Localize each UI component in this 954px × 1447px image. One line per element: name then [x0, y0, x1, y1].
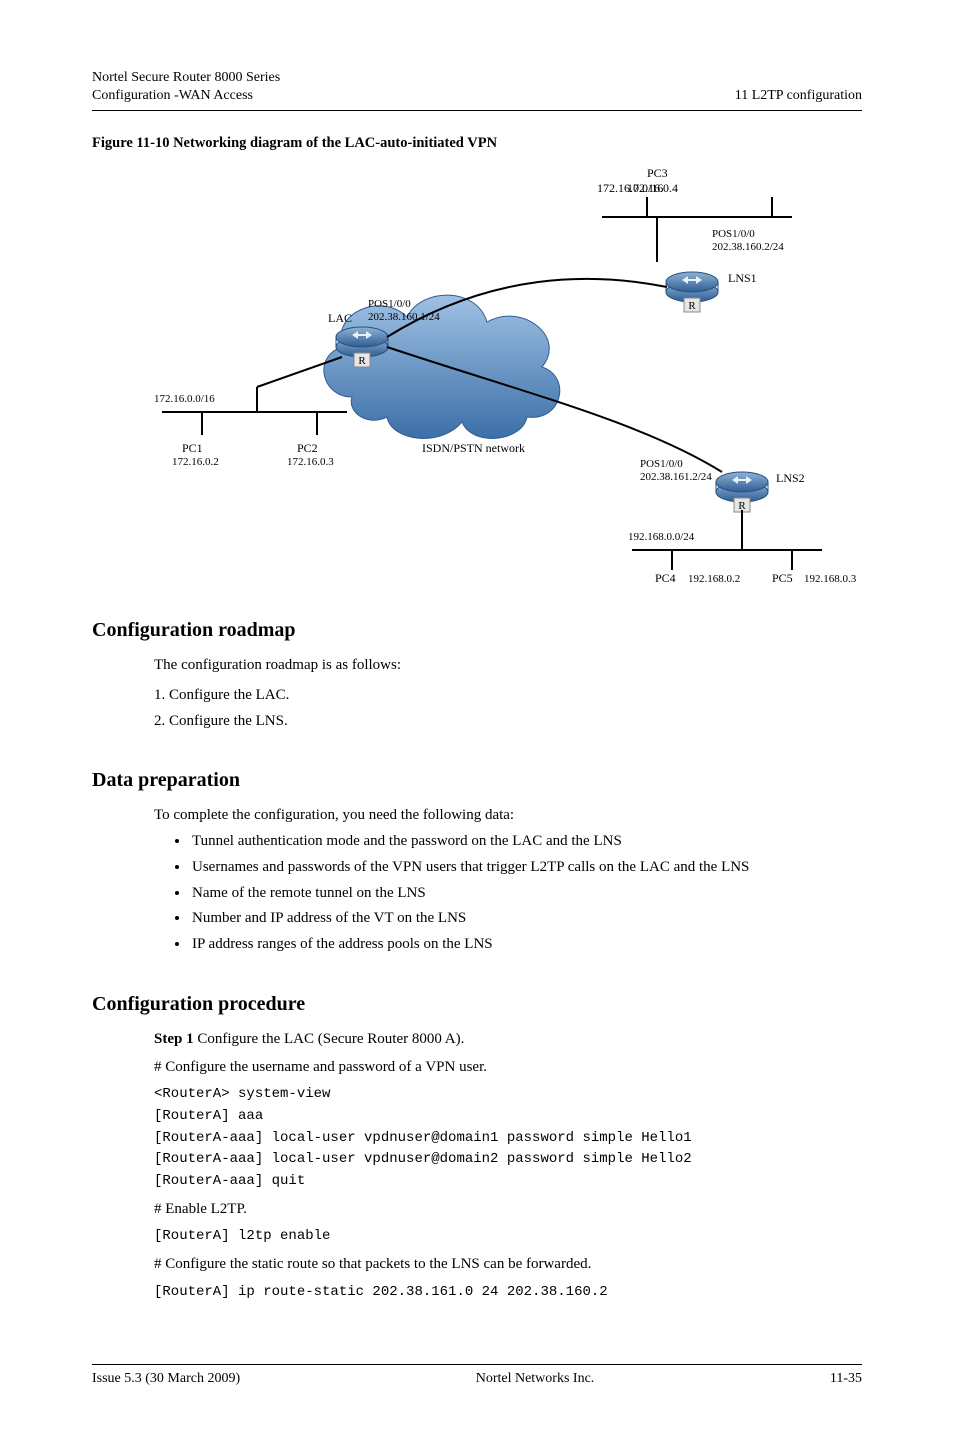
label-lns2: LNS2	[776, 471, 805, 485]
footer-page-number: 11-35	[830, 1371, 862, 1387]
code-block-3: [RouterA] ip route-static 202.38.161.0 2…	[154, 1282, 862, 1304]
page-header: Nortel Secure Router 8000 Series Configu…	[0, 0, 954, 110]
label-pc4: PC4	[655, 571, 676, 582]
header-product: Nortel Secure Router 8000 Series	[92, 70, 280, 85]
label-lns2-pos: POS1/0/0	[640, 458, 683, 470]
label-pc5-ip: 192.168.0.3	[804, 573, 857, 582]
step1-sub1: # Configure the username and password of…	[154, 1057, 862, 1079]
label-lns1-pos-ip: 202.38.160.2/24	[712, 241, 784, 253]
page-footer: Issue 5.3 (30 March 2009) Nortel Network…	[92, 1365, 862, 1387]
roadmap-steps: 1. Configure the LAC. 2. Configure the L…	[154, 685, 862, 733]
page-content: Figure 11-10 Networking diagram of the L…	[0, 133, 954, 1304]
roadmap-step-1: 1. Configure the LAC.	[154, 685, 862, 707]
router-lns1-icon: R	[666, 272, 718, 312]
label-network: ISDN/PSTN network	[422, 441, 525, 455]
footer-issue: Issue 5.3 (30 March 2009)	[92, 1371, 240, 1387]
label-lac-pos-ip: 202.38.160.1/24	[368, 311, 440, 323]
dataprep-item: Tunnel authentication mode and the passw…	[190, 831, 862, 853]
dataprep-list: Tunnel authentication mode and the passw…	[190, 831, 862, 956]
dataprep-item: Name of the remote tunnel on the LNS	[190, 883, 862, 905]
diagram-svg: 172.16.0.0/16 172.16.0.4 PC3 R LNS1 POS1…	[92, 162, 862, 582]
header-right: 11 L2TP configuration	[735, 88, 862, 104]
roadmap-intro: The configuration roadmap is as follows:	[154, 655, 862, 677]
header-left: Nortel Secure Router 8000 Series Configu…	[92, 70, 280, 104]
step1-text: Configure the LAC (Secure Router 8000 A)…	[194, 1031, 465, 1047]
procedure-step1: Step 1 Configure the LAC (Secure Router …	[154, 1029, 862, 1051]
label-pc3: PC3	[647, 166, 668, 180]
heading-procedure: Configuration procedure	[92, 990, 862, 1019]
header-chapter: 11 L2TP configuration	[735, 88, 862, 103]
dataprep-intro: To complete the configuration, you need …	[154, 805, 862, 827]
network-diagram: 172.16.0.0/16 172.16.0.4 PC3 R LNS1 POS1…	[92, 162, 862, 582]
dataprep-item: Number and IP address of the VT on the L…	[190, 908, 862, 930]
svg-text:R: R	[688, 300, 696, 312]
label-lns2-pos-ip: 202.38.161.2/24	[640, 471, 712, 483]
label-lns1: LNS1	[728, 271, 757, 285]
step1-label: Step 1	[154, 1031, 194, 1047]
page-footer-wrap: Issue 5.3 (30 March 2009) Nortel Network…	[0, 1364, 954, 1447]
step1-sub2: # Enable L2TP.	[154, 1199, 862, 1221]
header-doc-title: Configuration -WAN Access	[92, 88, 280, 104]
label-lns1-pos: POS1/0/0	[712, 228, 755, 240]
heading-roadmap: Configuration roadmap	[92, 616, 862, 645]
step1-sub3: # Configure the static route so that pac…	[154, 1254, 862, 1276]
label-lac-pos: POS1/0/0	[368, 298, 411, 310]
label-pc2-ip: 172.16.0.3	[287, 456, 334, 468]
footer-company: Nortel Networks Inc.	[476, 1371, 595, 1387]
code-block-2: [RouterA] l2tp enable	[154, 1226, 862, 1248]
roadmap-step-2: 2. Configure the LNS.	[154, 711, 862, 733]
code-block-1: <RouterA> system-view [RouterA] aaa [Rou…	[154, 1084, 862, 1192]
label-lac: LAC	[328, 311, 352, 325]
header-rule	[92, 110, 862, 111]
dataprep-item: IP address ranges of the address pools o…	[190, 934, 862, 956]
router-lns2-icon: R	[716, 472, 768, 512]
label-net1: 172.16.0.0/16	[154, 393, 215, 405]
label-net3: 192.168.0.0/24	[628, 531, 695, 543]
dataprep-item: Usernames and passwords of the VPN users…	[190, 857, 862, 879]
heading-dataprep: Data preparation	[92, 766, 862, 795]
label-pc4-ip: 192.168.0.2	[688, 573, 740, 582]
label-pc3-ip: 172.16.0.4	[627, 181, 678, 195]
label-pc1-ip: 172.16.0.2	[172, 456, 219, 468]
label-pc1: PC1	[182, 441, 203, 455]
svg-text:R: R	[358, 355, 366, 367]
label-pc5: PC5	[772, 571, 793, 582]
label-pc2: PC2	[297, 441, 318, 455]
figure-caption: Figure 11-10 Networking diagram of the L…	[92, 133, 862, 154]
